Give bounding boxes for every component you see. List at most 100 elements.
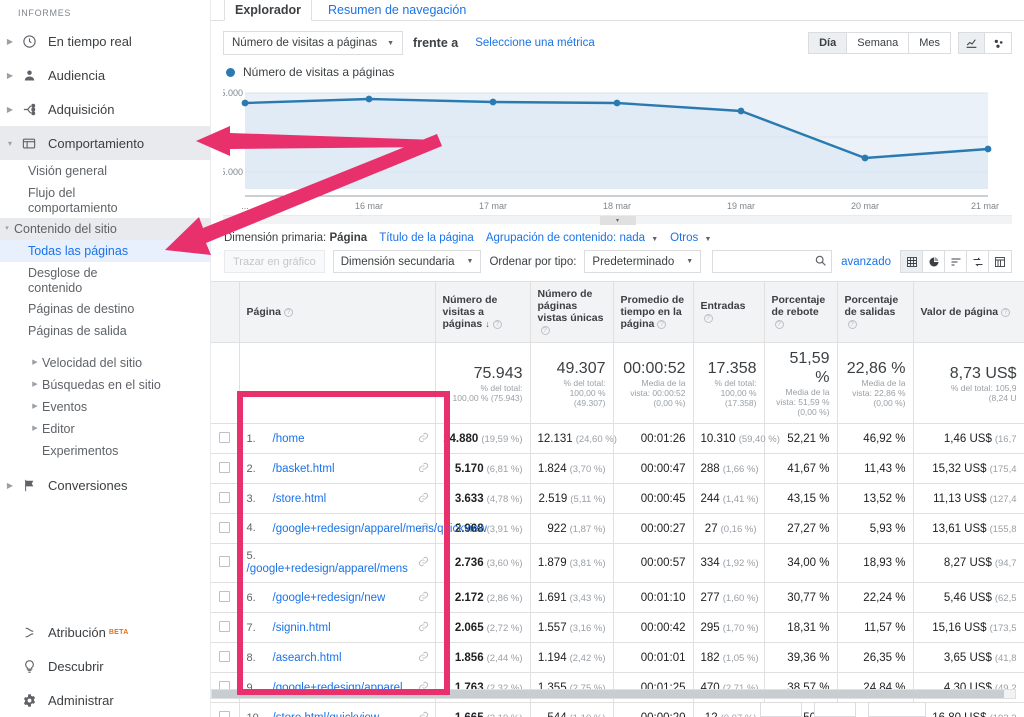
primary-metric-select[interactable]: Número de visitas a páginas ▼ <box>223 31 404 55</box>
granularity-semana[interactable]: Semana <box>847 33 910 53</box>
help-icon[interactable]: ? <box>847 319 857 329</box>
tab-explorador[interactable]: Explorador <box>224 0 312 21</box>
search-input[interactable] <box>719 254 815 269</box>
col-header-porcentaje-de-rebote[interactable]: Porcentaje de rebote? <box>764 281 838 343</box>
sidebar-item-administrar[interactable]: Administrar <box>0 683 210 717</box>
otros-dropdown[interactable]: Otros ▼ <box>670 232 711 244</box>
row-checkbox-cell[interactable] <box>211 423 240 454</box>
sidebar-item-busquedas-en-el-sitio[interactable]: ▶ Búsquedas en el sitio <box>0 374 210 396</box>
row-page-cell[interactable]: 7. /signin.html <box>239 612 436 643</box>
col-header-numero-de-paginas-vistas-unicas[interactable]: Número de páginas vistas únicas? <box>530 281 614 343</box>
table-view-icon[interactable] <box>901 251 923 272</box>
pageviews-line-chart[interactable]: 15.000 10.000 5.000 ... 16 mar 17 mar 18… <box>223 83 1012 213</box>
comparison-view-icon[interactable] <box>967 251 989 272</box>
row-checkbox[interactable] <box>219 431 231 443</box>
sidebar-item-flujo-del-comportamiento[interactable]: Flujo del comportamiento <box>0 182 210 218</box>
help-icon[interactable]: ? <box>774 319 784 329</box>
open-link-icon[interactable] <box>418 492 429 506</box>
secondary-dimension-select[interactable]: Dimensión secundaria ▼ <box>332 250 482 273</box>
table-row[interactable]: 3. /store.html 3.633 (4,78 %) 2.519 (5,11 %… <box>211 483 1024 514</box>
row-checkbox-cell[interactable] <box>211 642 240 673</box>
row-page-cell[interactable]: 6. /google+redesign/new <box>239 582 436 613</box>
performance-view-icon[interactable] <box>945 251 967 272</box>
open-link-icon[interactable] <box>418 522 429 536</box>
sidebar-item-eventos[interactable]: ▶ Eventos <box>0 396 210 418</box>
help-icon[interactable]: ? <box>283 307 293 317</box>
help-icon[interactable]: ? <box>657 319 667 329</box>
chart-range-slider[interactable]: ▾ <box>223 215 1012 225</box>
row-checkbox-cell[interactable] <box>211 612 240 643</box>
table-row[interactable]: 7. /signin.html 2.065 (2,72 %) 1.557 (3,16 … <box>211 612 1024 643</box>
footer-box-3[interactable] <box>868 702 926 717</box>
open-link-icon[interactable] <box>418 556 429 570</box>
row-checkbox-cell[interactable] <box>211 483 240 514</box>
open-link-icon[interactable] <box>418 462 429 476</box>
tab-resumen-de-navegacion[interactable]: Resumen de navegación <box>318 3 476 20</box>
open-link-icon[interactable] <box>418 591 429 605</box>
sidebar-item-editor[interactable]: ▶ Editor <box>0 418 210 440</box>
table-search-box[interactable] <box>712 250 833 273</box>
table-row[interactable]: 2. /basket.html 5.170 (6,81 %) 1.824 (3,70 … <box>211 453 1024 484</box>
help-icon[interactable]: ? <box>540 325 550 335</box>
row-page-link[interactable]: /google+redesign/apparel/mens/quickview <box>273 522 487 536</box>
sidebar-item-en-tiempo-real[interactable]: ▶ En tiempo real <box>0 24 210 58</box>
row-page-cell[interactable]: 2. /basket.html <box>239 453 436 484</box>
row-checkbox-cell[interactable] <box>211 453 240 484</box>
help-icon[interactable]: ? <box>1001 307 1011 317</box>
row-page-cell[interactable]: 3. /store.html <box>239 483 436 514</box>
sidebar-item-adquisicion[interactable]: ▶ Adquisición <box>0 92 210 126</box>
sidebar-item-audiencia[interactable]: ▶ Audiencia <box>0 58 210 92</box>
dimension-link-titulo-de-la-pagina[interactable]: Título de la página <box>379 232 474 244</box>
sidebar-item-todas-las-paginas[interactable]: Todas las páginas <box>0 240 210 262</box>
row-checkbox[interactable] <box>219 491 231 503</box>
content-grouping-dropdown[interactable]: Agrupación de contenido: nada ▼ <box>486 232 658 244</box>
row-checkbox[interactable] <box>219 590 231 602</box>
open-link-icon[interactable] <box>418 651 429 665</box>
horizontal-scrollbar[interactable] <box>211 689 1016 699</box>
sidebar-item-comportamiento[interactable]: ▾ Comportamiento <box>0 126 210 160</box>
footer-box-2[interactable] <box>814 702 856 717</box>
row-checkbox[interactable] <box>219 556 231 567</box>
row-checkbox-cell[interactable] <box>211 543 240 583</box>
col-header-pagina[interactable]: Página? <box>239 281 436 343</box>
footer-box-1[interactable] <box>760 702 802 717</box>
row-checkbox[interactable] <box>219 521 231 533</box>
help-icon[interactable]: ? <box>703 313 713 323</box>
line-chart-icon[interactable] <box>959 33 985 53</box>
sidebar-item-desglose-de-contenido[interactable]: Desglose de contenido <box>0 262 210 298</box>
row-page-link[interactable]: /asearch.html <box>273 652 342 664</box>
row-page-link[interactable]: /basket.html <box>273 463 335 475</box>
row-checkbox[interactable] <box>219 650 231 662</box>
advanced-search-link[interactable]: avanzado <box>841 256 891 268</box>
help-icon[interactable]: ? <box>492 319 502 329</box>
row-page-cell[interactable]: 1. /home <box>239 423 436 454</box>
open-link-icon[interactable] <box>418 621 429 635</box>
sidebar-item-descubrir[interactable]: Descubrir <box>0 649 210 683</box>
sidebar-item-experimentos[interactable]: Experimentos <box>0 440 210 462</box>
col-header-entradas[interactable]: Entradas? <box>693 281 765 343</box>
open-link-icon[interactable] <box>418 711 429 717</box>
sidebar-item-paginas-de-salida[interactable]: Páginas de salida <box>0 320 210 342</box>
row-checkbox[interactable] <box>219 710 231 717</box>
table-row[interactable]: 6. /google+redesign/new 2.172 (2,86 %) 1.6… <box>211 582 1024 613</box>
row-page-link[interactable]: /google+redesign/new <box>273 592 386 604</box>
col-header-porcentaje-de-salidas[interactable]: Porcentaje de salidas? <box>837 281 914 343</box>
granularity-dia[interactable]: Día <box>809 33 848 53</box>
sidebar-item-velocidad-del-sitio[interactable]: ▶ Velocidad del sitio <box>0 352 210 374</box>
sidebar-item-vision-general[interactable]: Visión general <box>0 160 210 182</box>
granularity-mes[interactable]: Mes <box>909 33 950 53</box>
col-header-promedio-de-tiempo-en-la-pagina[interactable]: Promedio de tiempo en la página? <box>613 281 694 343</box>
sidebar-item-atribucion[interactable]: Atribución BETA <box>0 615 210 649</box>
sort-type-select[interactable]: Predeterminado ▼ <box>584 250 702 273</box>
row-page-link[interactable]: /home <box>273 433 305 445</box>
col-header-valor-de-pagina[interactable]: Valor de página? <box>913 281 1024 343</box>
row-checkbox-cell[interactable] <box>211 702 240 717</box>
sidebar-item-conversiones[interactable]: ▶ Conversiones <box>0 468 210 502</box>
row-page-cell[interactable]: 4. /google+redesign/apparel/mens/quickvie… <box>239 513 487 544</box>
sidebar-item-paginas-de-destino[interactable]: Páginas de destino <box>0 298 210 320</box>
table-row[interactable]: 5./google+redesign/apparel/mens 2.736 (3,… <box>211 543 1024 583</box>
row-page-cell[interactable]: 8. /asearch.html <box>239 642 436 673</box>
row-page-link[interactable]: /store.html/quickview <box>273 712 380 717</box>
pivot-view-icon[interactable] <box>989 251 1011 272</box>
row-page-link[interactable]: /store.html <box>273 493 327 505</box>
